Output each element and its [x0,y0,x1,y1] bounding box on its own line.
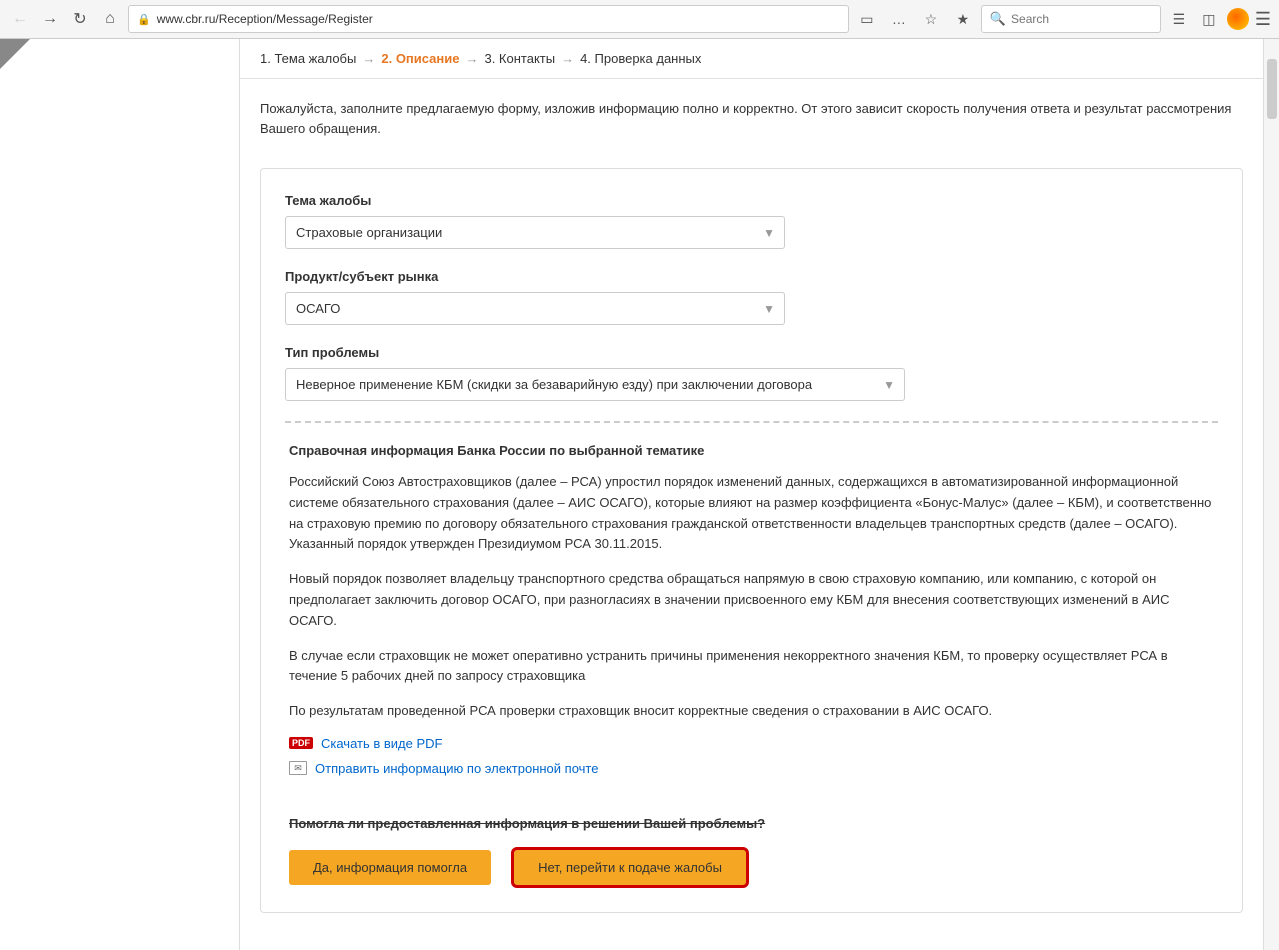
pdf-badge: PDF [289,737,313,749]
intro-text: Пожалуйста, заполните предлагаемую форму… [260,99,1243,138]
step-arrow-1: → [362,51,375,66]
complaint-topic-select-wrapper: Страховые организации ▼ [285,216,785,249]
product-select-wrapper: ОСАГО ▼ [285,292,785,325]
problem-type-select[interactable]: Неверное применение КБМ (скидки за безав… [285,368,905,401]
step-1[interactable]: 1. Тема жалобы [260,51,356,66]
product-group: Продукт/субъект рынка ОСАГО ▼ [285,269,1218,325]
step-arrow-3: → [561,51,574,66]
main-content: 1. Тема жалобы → 2. Описание → 3. Контак… [240,39,1263,950]
steps-breadcrumb: 1. Тема жалобы → 2. Описание → 3. Контак… [240,39,1263,79]
url-text: www.cbr.ru/Reception/Message/Register [157,12,840,26]
help-question-text: Помогла ли предоставленная информация в … [289,816,1214,831]
library-button[interactable]: ☰ [1167,7,1191,31]
email-send-link[interactable]: Отправить информацию по электронной почт… [315,761,598,776]
email-link-row: ✉ Отправить информацию по электронной по… [289,761,1214,776]
refresh-button[interactable]: ↻ [68,7,92,31]
no-button[interactable]: Нет, перейти к подаче жалобы [511,847,749,888]
form-section: Тема жалобы Страховые организации ▼ Прод… [260,168,1243,913]
complaint-topic-select[interactable]: Страховые организации [285,216,785,249]
reader-view-button[interactable]: ▭ [855,7,879,31]
info-paragraph-1: Российский Союз Автостраховщиков (далее … [289,472,1214,555]
back-button[interactable]: ← [8,7,32,31]
product-select[interactable]: ОСАГО [285,292,785,325]
info-paragraph-3: В случае если страховщик не может операт… [289,646,1214,688]
forward-button[interactable]: → [38,7,62,31]
menu-button[interactable]: ☰ [1255,9,1271,30]
section-divider [285,421,1218,423]
address-bar[interactable]: 🔒 www.cbr.ru/Reception/Message/Register [128,5,849,33]
complaint-topic-group: Тема жалобы Страховые организации ▼ [285,193,1218,249]
product-label: Продукт/субъект рынка [285,269,1218,284]
email-icon: ✉ [289,761,307,775]
scrollbar-track[interactable] [1263,39,1279,950]
search-icon: 🔍 [990,11,1006,27]
page-wrapper: 1. Тема жалобы → 2. Описание → 3. Контак… [0,39,1279,950]
lock-icon: 🔒 [137,13,151,26]
search-bar[interactable]: 🔍 [981,5,1161,33]
step-arrow-2: → [465,51,478,66]
browser-tools: ▭ … ☆ ★ [855,7,975,31]
info-title: Справочная информация Банка России по вы… [289,443,1214,458]
home-button[interactable]: ⌂ [98,7,122,31]
browser-chrome: ← → ↻ ⌂ 🔒 www.cbr.ru/Reception/Message/R… [0,0,1279,39]
info-box: Справочная информация Банка России по вы… [285,443,1218,888]
step-2[interactable]: 2. Описание [381,51,459,66]
yes-button[interactable]: Да, информация помогла [289,850,491,885]
problem-type-label: Тип проблемы [285,345,1218,360]
firefox-icon [1227,8,1249,30]
sidebar-triangle [0,39,30,69]
content-area: Пожалуйста, заполните предлагаемую форму… [240,79,1263,950]
problem-type-select-wrapper: Неверное применение КБМ (скидки за безав… [285,368,905,401]
star-button[interactable]: ★ [951,7,975,31]
search-input[interactable] [1011,12,1152,26]
pdf-download-link[interactable]: Скачать в виде PDF [321,736,442,751]
info-paragraph-4: По результатам проведенной РСА проверки … [289,701,1214,722]
pdf-link-row: PDF Скачать в виде PDF [289,736,1214,751]
more-button[interactable]: … [887,7,911,31]
bookmark-button[interactable]: ☆ [919,7,943,31]
info-paragraph-2: Новый порядок позволяет владельцу трансп… [289,569,1214,631]
complaint-topic-label: Тема жалобы [285,193,1218,208]
help-buttons: Да, информация помогла Нет, перейти к по… [289,847,1214,888]
help-question-section: Помогла ли предоставленная информация в … [289,800,1214,888]
browser-toolbar: ← → ↻ ⌂ 🔒 www.cbr.ru/Reception/Message/R… [0,0,1279,38]
problem-type-group: Тип проблемы Неверное применение КБМ (ск… [285,345,1218,401]
step-3[interactable]: 3. Контакты [484,51,555,66]
scrollbar-thumb[interactable] [1267,59,1277,119]
step-4[interactable]: 4. Проверка данных [580,51,701,66]
sidebar-button[interactable]: ◫ [1197,7,1221,31]
left-sidebar [0,39,240,950]
